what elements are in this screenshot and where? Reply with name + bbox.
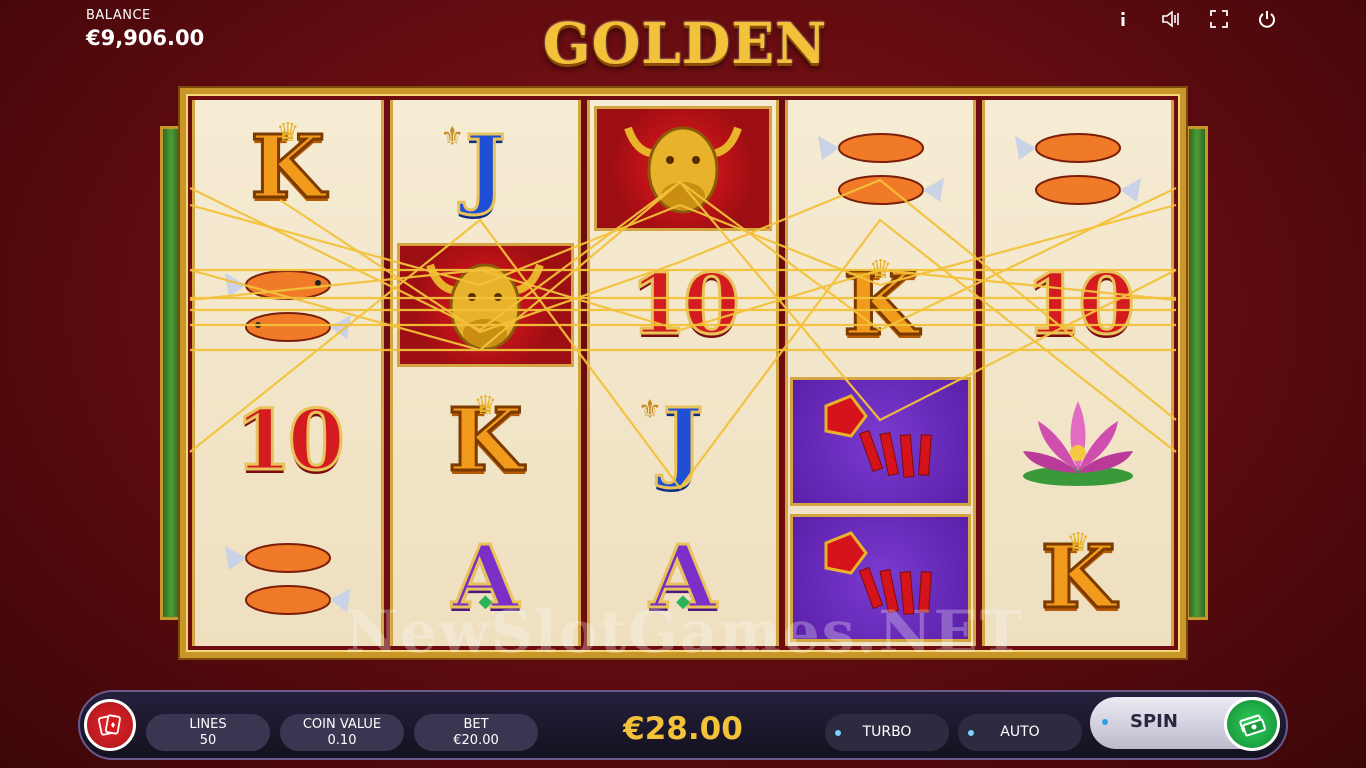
- paytable-button[interactable]: [84, 699, 136, 751]
- fleur-de-lis-icon: ⚜: [440, 122, 464, 152]
- sound-icon[interactable]: [1158, 6, 1184, 32]
- ox-head-icon: [426, 263, 545, 351]
- reel-2: ⚜ J ♛ K A ◆: [389, 100, 582, 646]
- reel-frame: ♛ K 10 ⚜ J ♛ K A ◆ 10 ⚜ J A ◆ ♛ K 10 ♛ K: [180, 88, 1186, 658]
- cards-icon: [97, 714, 121, 736]
- top-icon-bar: [1110, 6, 1280, 32]
- balance-value: €9,906.00: [86, 26, 205, 50]
- crown-icon: ♛: [276, 118, 300, 148]
- reel-4: ♛ K: [784, 100, 977, 646]
- symbol-ten: 10: [628, 256, 741, 353]
- info-icon[interactable]: [1110, 6, 1136, 32]
- symbol-ten: 10: [1024, 256, 1137, 353]
- symbol-golden-ox: [393, 237, 579, 374]
- symbol-king: ♛ K: [447, 390, 525, 492]
- reel-5: 10 ♛ K: [982, 100, 1174, 646]
- watermark-text: NewSlotGames.NET: [345, 598, 1025, 666]
- coin-value-value: 0.10: [327, 733, 357, 748]
- symbol-jack: ⚜ J: [638, 390, 705, 492]
- symbol-ten: 10: [233, 393, 346, 490]
- symbol-jack: ⚜ J: [440, 117, 508, 219]
- turbo-label: TURBO: [862, 724, 912, 740]
- bet-value: €20.00: [453, 733, 499, 748]
- power-icon[interactable]: [1254, 6, 1280, 32]
- koi-fish-icon: [224, 269, 351, 342]
- symbol-king: ♛ K: [842, 253, 920, 355]
- lines-label: LINES: [189, 717, 227, 732]
- coin-value-selector[interactable]: COIN VALUE 0.10: [280, 714, 404, 751]
- koi-fish-icon: [1015, 133, 1142, 206]
- spin-indicator: [1102, 719, 1108, 725]
- symbol-golden-ox: [590, 100, 776, 237]
- crown-icon: ♛: [868, 254, 893, 285]
- symbol-lotus: [985, 373, 1171, 510]
- spin-money-icon[interactable]: [1224, 697, 1280, 751]
- symbol-koi: [788, 100, 974, 237]
- bet-selector[interactable]: BET €20.00: [414, 714, 538, 751]
- right-rail: [1186, 126, 1208, 620]
- turbo-toggle[interactable]: TURBO: [825, 714, 949, 751]
- reel-3: 10 ⚜ J A ◆: [587, 100, 779, 646]
- bet-label: BET: [463, 717, 489, 732]
- symbol-king: ♛ K: [249, 117, 327, 219]
- balance-label: BALANCE: [86, 8, 151, 23]
- auto-toggle[interactable]: AUTO: [958, 714, 1082, 751]
- crown-icon: ♛: [1066, 527, 1090, 558]
- koi-fish-icon: [817, 133, 944, 206]
- coin-value-label: COIN VALUE: [302, 717, 382, 732]
- auto-label: AUTO: [1000, 724, 1040, 740]
- crown-icon: ♛: [473, 391, 498, 421]
- fullscreen-icon[interactable]: [1206, 6, 1232, 32]
- symbol-koi: [985, 100, 1171, 237]
- lines-value: 50: [199, 733, 217, 748]
- symbol-firecracker: [788, 373, 974, 510]
- spin-label: SPIN: [1130, 711, 1178, 732]
- symbol-koi: [195, 237, 381, 374]
- lines-selector[interactable]: LINES 50: [146, 714, 270, 751]
- reels: ♛ K 10 ⚜ J ♛ K A ◆ 10 ⚜ J A ◆ ♛ K 10 ♛ K: [192, 100, 1174, 646]
- game-logo: GOLDEN OX: [542, 11, 828, 149]
- lotus-flower-icon: [1023, 401, 1134, 487]
- left-rail: [160, 126, 182, 620]
- reel-1: ♛ K 10: [192, 100, 384, 646]
- win-amount: €28.00: [623, 711, 743, 747]
- ox-head-icon: [624, 126, 742, 214]
- fleur-de-lis-icon: ⚜: [638, 395, 662, 425]
- firecracker-icon: [824, 394, 932, 479]
